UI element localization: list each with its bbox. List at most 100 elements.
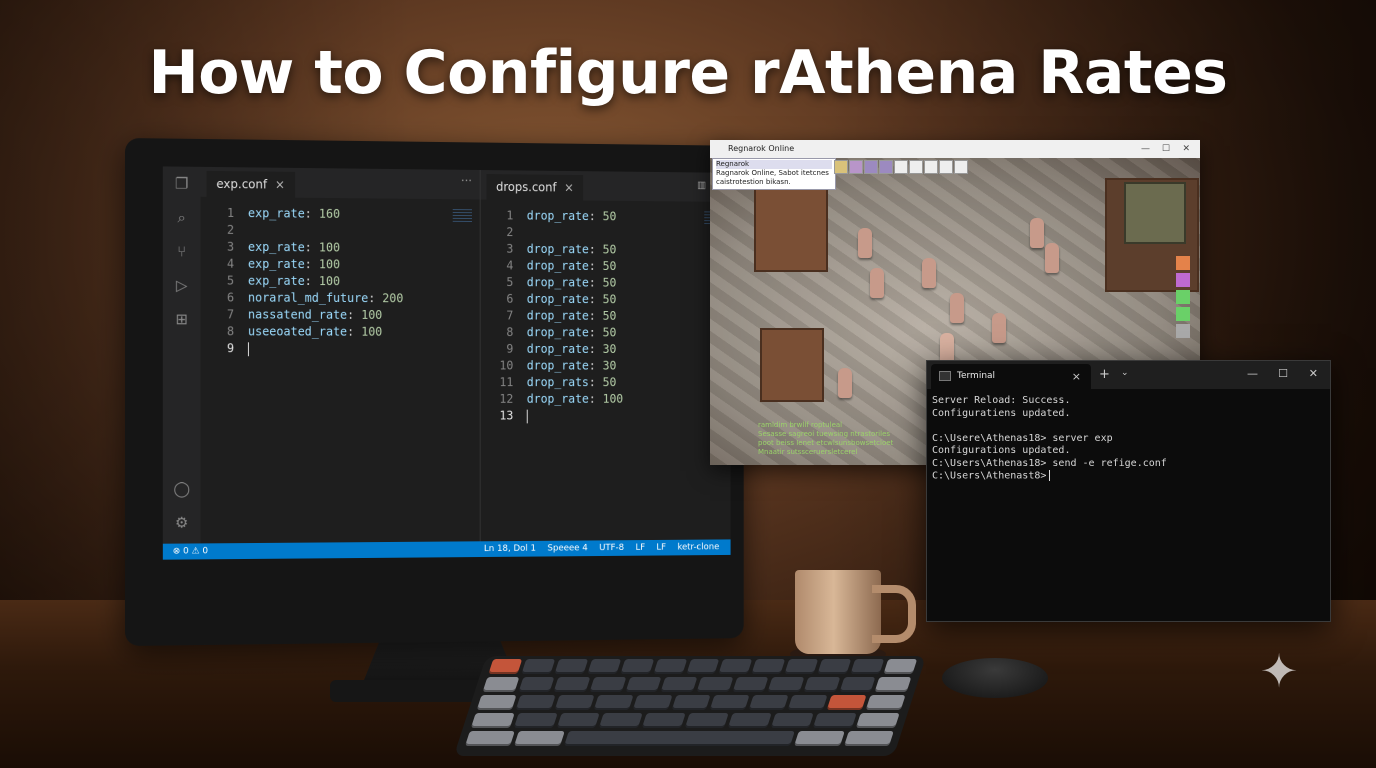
terminal-tab[interactable]: Terminal × — [931, 364, 1091, 389]
hotbar-slot[interactable] — [954, 160, 968, 174]
code-line[interactable]: 8 useeoated_rate: 100 — [201, 323, 480, 341]
skill-icon[interactable] — [1176, 324, 1190, 338]
code-line[interactable]: 2 — [481, 224, 731, 243]
more-actions-icon[interactable]: ··· — [461, 174, 472, 188]
npc-character[interactable] — [858, 228, 872, 258]
files-icon[interactable]: ❐ — [173, 175, 191, 193]
line-number: 11 — [499, 375, 514, 390]
panel-header: Regnarok — [716, 160, 832, 169]
skill-icon[interactable] — [1176, 273, 1190, 287]
close-icon[interactable]: × — [564, 181, 574, 195]
player-character[interactable] — [940, 333, 954, 363]
chevron-down-icon[interactable]: ⌄ — [1121, 368, 1129, 378]
hotbar-slot[interactable] — [939, 160, 953, 174]
npc-character[interactable] — [1045, 243, 1059, 273]
code-line[interactable]: 1 drop_rate: 50 — [481, 207, 731, 226]
code-line[interactable]: 5 exp_rate: 100 — [201, 272, 480, 290]
tab-exp-conf[interactable]: exp.conf × — [206, 170, 295, 198]
split-editor-icon[interactable]: ▥ — [697, 180, 706, 191]
code-line[interactable]: 6 noraral_md_future: 200 — [201, 289, 480, 307]
code-line[interactable]: 2 — [201, 222, 480, 241]
code-line[interactable]: 4 drop_rate: 50 — [481, 257, 731, 275]
line-number: 7 — [506, 308, 514, 323]
config-key: exp_rate — [247, 206, 305, 221]
code-line[interactable]: 11 drop_rats: 50 — [481, 374, 731, 391]
terminal-line: Configurations updated. — [932, 445, 1071, 456]
skill-icon[interactable] — [1176, 256, 1190, 270]
tab-drops-conf[interactable]: drops.conf × — [486, 174, 584, 201]
code-line[interactable]: 4 exp_rate: 100 — [201, 256, 480, 275]
chat-line: ramldim brwllf roptuleal — [758, 421, 843, 429]
status-bar-right: Ln 18, Dol 1 Speeee 4 UTF-8 LF LF ketr-clone — [472, 539, 719, 557]
config-key: drop_rate — [526, 258, 589, 273]
code-line[interactable]: 6 drop_rate: 50 — [481, 291, 731, 309]
skill-icon[interactable] — [1176, 290, 1190, 304]
npc-character[interactable] — [950, 293, 964, 323]
close-window-icon[interactable]: ✕ — [1309, 367, 1318, 380]
code-line[interactable]: 8 drop_rate: 50 — [481, 324, 731, 341]
code-line[interactable]: 10 drop_rate: 30 — [481, 358, 731, 375]
status-item[interactable]: Speeee 4 — [547, 543, 587, 553]
terminal-titlebar: Terminal × + ⌄ — ☐ ✕ — [927, 361, 1330, 389]
hotbar-slot[interactable] — [879, 160, 893, 174]
close-icon[interactable]: × — [275, 178, 285, 192]
extensions-icon[interactable]: ⊞ — [173, 310, 191, 328]
npc-character[interactable] — [922, 258, 936, 288]
code-line[interactable]: 12 drop_rate: 100 — [481, 391, 731, 408]
hotbar-slot[interactable] — [924, 160, 938, 174]
config-key: exp_rate — [247, 239, 305, 255]
code-line[interactable]: 7 drop_rate: 50 — [481, 308, 731, 326]
monitor: ❐ ⌕ ⑂ ▷ ⊞ ◯ ⚙ exp.conf × ··· 1 exp_rate: 1… — [125, 138, 744, 646]
close-icon[interactable]: ✕ — [1182, 140, 1190, 158]
status-item[interactable]: LF — [635, 543, 645, 553]
config-value: 100 — [361, 308, 383, 322]
source-control-icon[interactable]: ⑂ — [173, 242, 191, 260]
npc-character[interactable] — [1030, 218, 1044, 248]
maximize-icon[interactable]: ☐ — [1162, 140, 1170, 158]
line-number: 1 — [226, 205, 235, 220]
code-line[interactable]: 9 — [201, 340, 480, 357]
close-icon[interactable]: × — [1072, 364, 1081, 389]
status-item[interactable]: Ln 18, Dol 1 — [484, 544, 536, 554]
code-line[interactable]: 3 drop_rate: 50 — [481, 241, 731, 259]
problems-status[interactable]: ⊗ 0 ⚠ 0 — [173, 543, 208, 559]
npc-character[interactable] — [992, 313, 1006, 343]
game-info-panel: Regnarok Ragnarok Online, Sabot itetcnes… — [712, 158, 836, 190]
hotbar-slot[interactable] — [909, 160, 923, 174]
status-bar: ⊗ 0 ⚠ 0 Ln 18, Dol 1 Speeee 4 UTF-8 LF LF ket… — [162, 539, 731, 560]
code-line[interactable]: 3 exp_rate: 100 — [201, 239, 480, 258]
settings-gear-icon[interactable]: ⚙ — [173, 514, 191, 532]
hotbar-slot[interactable] — [894, 160, 908, 174]
search-icon[interactable]: ⌕ — [173, 208, 191, 226]
new-tab-icon[interactable]: + — [1099, 367, 1110, 382]
line-number: 1 — [506, 208, 514, 223]
status-item[interactable]: LF — [656, 543, 666, 553]
config-key: drop_rate — [526, 342, 589, 356]
hotbar-slot[interactable] — [849, 160, 863, 174]
status-item[interactable]: ketr-clone — [677, 542, 719, 552]
npc-character[interactable] — [838, 368, 852, 398]
terminal-output[interactable]: Server Reload: Success. Configuratiens up… — [927, 389, 1330, 489]
config-value: 50 — [602, 292, 617, 307]
hotbar-slot[interactable] — [864, 160, 878, 174]
maximize-icon[interactable]: ☐ — [1278, 367, 1288, 380]
code-line[interactable]: 13 — [481, 408, 731, 425]
code-line[interactable]: 5 drop_rate: 50 — [481, 274, 731, 292]
config-key: drop_rate — [526, 275, 589, 290]
minimize-icon[interactable]: — — [1247, 367, 1258, 380]
code-area-drops[interactable]: 1 drop_rate: 50 2 3 drop_rate: 50 4 drop_rate:… — [481, 207, 731, 424]
run-debug-icon[interactable]: ▷ — [173, 276, 191, 294]
config-value: 30 — [602, 342, 617, 356]
status-item[interactable]: UTF-8 — [599, 543, 624, 553]
npc-character[interactable] — [870, 268, 884, 298]
code-area-exp[interactable]: 1 exp_rate: 160 2 3 exp_rate: 100 4 exp_rate: … — [201, 205, 480, 358]
hotbar-slot[interactable] — [834, 160, 848, 174]
minimize-icon[interactable]: — — [1141, 140, 1150, 158]
chat-line: Sesasse sagreoi tuewsing ntrastoriles — [758, 430, 891, 438]
account-icon[interactable]: ◯ — [173, 480, 191, 498]
code-line[interactable]: 7 nassatend_rate: 100 — [201, 306, 480, 324]
skill-icon[interactable] — [1176, 307, 1190, 321]
code-line[interactable]: 9 drop_rate: 30 — [481, 341, 731, 358]
terminal-line: C:\Users\Athenast8> — [932, 470, 1325, 483]
game-minimap[interactable] — [1124, 182, 1186, 244]
